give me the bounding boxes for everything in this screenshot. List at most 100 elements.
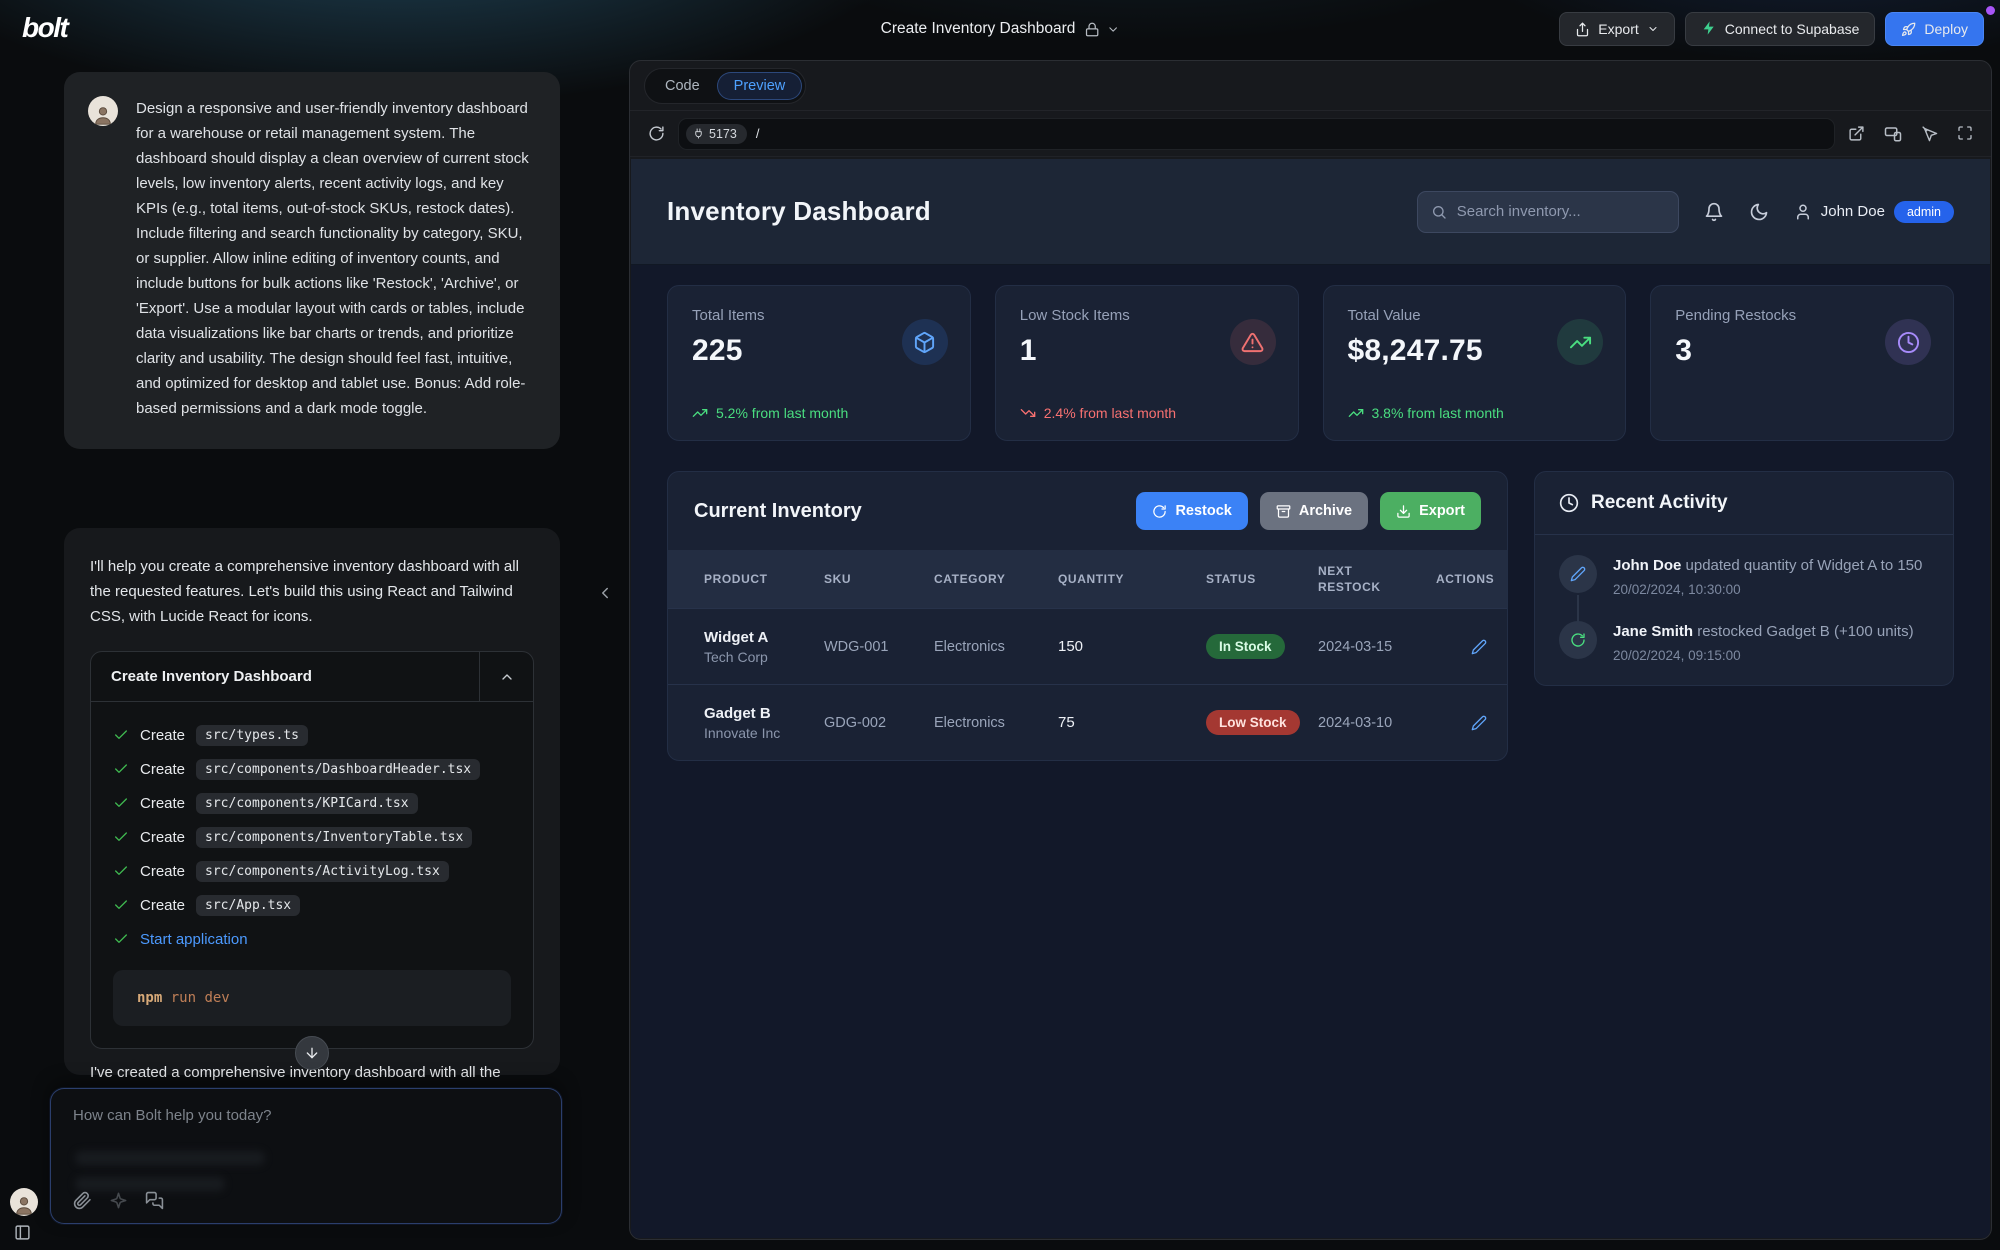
create-step: Create src/components/InventoryTable.tsx xyxy=(113,820,511,854)
current-inventory-card: Current Inventory Restock Archive xyxy=(667,471,1508,761)
deploy-button[interactable]: Deploy xyxy=(1885,12,1984,46)
assistant-followup-text: I've created a comprehensive inventory d… xyxy=(90,1064,560,1081)
kpi-row: Total Items 225 5.2% from last month Low… xyxy=(667,285,1954,441)
file-pill[interactable]: src/components/KPICard.tsx xyxy=(196,793,418,814)
assistant-intro-text: I'll help you create a comprehensive inv… xyxy=(90,554,534,629)
trending-up-icon xyxy=(1348,405,1364,421)
trending-up-icon xyxy=(692,405,708,421)
trending-up-icon xyxy=(1557,319,1603,365)
project-title-group[interactable]: Create Inventory Dashboard xyxy=(881,0,1120,58)
check-icon xyxy=(113,727,129,743)
check-icon xyxy=(113,863,129,879)
archive-button[interactable]: Archive xyxy=(1260,492,1368,530)
project-title: Create Inventory Dashboard xyxy=(881,20,1076,38)
kpi-pending-restocks: Pending Restocks 3 xyxy=(1650,285,1954,441)
toggle-sidebar-icon[interactable] xyxy=(14,1224,31,1241)
check-icon xyxy=(113,931,129,947)
table-row[interactable]: Widget A Tech Corp WDG-001 Electronics 1… xyxy=(668,608,1507,684)
clock-icon xyxy=(1559,493,1579,513)
responsive-devices-icon[interactable] xyxy=(1884,125,1902,143)
chevron-down-icon[interactable] xyxy=(1106,23,1119,36)
user-message-text: Design a responsive and user-friendly in… xyxy=(136,96,534,421)
address-input[interactable]: 5173 / xyxy=(678,118,1835,150)
table-row[interactable]: Gadget B Innovate Inc GDG-002 Electronic… xyxy=(668,684,1507,760)
inspect-element-icon[interactable] xyxy=(1921,125,1938,143)
collapse-actions-button[interactable] xyxy=(479,652,533,701)
activity-item: John Doe updated quantity of Widget A to… xyxy=(1559,555,1929,597)
inventory-search-input[interactable] xyxy=(1457,203,1665,220)
activity-timestamp: 20/02/2024, 10:30:00 xyxy=(1613,582,1922,597)
search-icon xyxy=(1431,204,1447,220)
top-bar: bolt Create Inventory Dashboard Export C… xyxy=(0,0,2000,58)
user-menu[interactable]: John Doe admin xyxy=(1794,201,1954,223)
view-tabs: Code Preview xyxy=(630,61,1991,111)
export-button[interactable]: Export xyxy=(1559,12,1674,46)
scroll-to-bottom-button[interactable] xyxy=(295,1036,329,1070)
check-icon xyxy=(113,829,129,845)
open-external-icon[interactable] xyxy=(1848,125,1865,143)
kpi-total-items: Total Items 225 5.2% from last month xyxy=(667,285,971,441)
dashboard-header: Inventory Dashboard John Doe admin xyxy=(631,159,1990,265)
collapse-chat-button[interactable] xyxy=(596,584,614,602)
inventory-title: Current Inventory xyxy=(694,500,862,523)
share-icon xyxy=(1575,22,1590,37)
notifications-bell-icon[interactable] xyxy=(1704,202,1724,222)
edit-activity-icon xyxy=(1559,555,1597,593)
tab-code[interactable]: Code xyxy=(648,72,717,100)
clock-icon xyxy=(1885,319,1931,365)
check-icon xyxy=(113,795,129,811)
download-icon xyxy=(1396,504,1411,519)
enhance-prompt-icon[interactable] xyxy=(109,1191,128,1210)
trending-down-icon xyxy=(1020,405,1036,421)
check-icon xyxy=(113,897,129,913)
supabase-icon xyxy=(1701,20,1717,39)
terminal-command: npm run dev xyxy=(113,970,511,1026)
create-step: Create src/components/ActivityLog.tsx xyxy=(113,854,511,888)
rocket-icon xyxy=(1901,22,1916,37)
restock-button[interactable]: Restock xyxy=(1136,492,1247,530)
file-pill[interactable]: src/types.ts xyxy=(196,725,308,746)
table-header-row: Product SKU Category Quantity Status Nex… xyxy=(668,550,1507,608)
file-pill[interactable]: src/App.tsx xyxy=(196,895,300,916)
reload-icon[interactable] xyxy=(648,125,665,142)
dark-mode-toggle-icon[interactable] xyxy=(1749,202,1769,222)
kpi-low-stock: Low Stock Items 1 2.4% from last month xyxy=(995,285,1299,441)
port-badge[interactable]: 5173 xyxy=(686,124,747,144)
blurred-suggestion xyxy=(75,1177,225,1191)
assistant-message: I'll help you create a comprehensive inv… xyxy=(64,528,560,1075)
export-csv-button[interactable]: Export xyxy=(1380,492,1481,530)
check-icon xyxy=(113,761,129,777)
archive-icon xyxy=(1276,504,1291,519)
create-step: Create src/App.tsx xyxy=(113,888,511,922)
tab-preview[interactable]: Preview xyxy=(717,72,803,100)
account-avatar[interactable] xyxy=(10,1188,38,1216)
create-step: Create src/components/DashboardHeader.ts… xyxy=(113,752,511,786)
file-pill[interactable]: src/components/InventoryTable.tsx xyxy=(196,827,472,848)
chat-mode-icon[interactable] xyxy=(145,1191,164,1210)
file-pill[interactable]: src/components/DashboardHeader.tsx xyxy=(196,759,480,780)
create-step: Create src/components/KPICard.tsx xyxy=(113,786,511,820)
status-badge: In Stock xyxy=(1206,634,1285,659)
workbench: Code Preview 5173 / Inve xyxy=(629,60,1992,1240)
edit-row-icon[interactable] xyxy=(1471,715,1487,731)
lock-icon xyxy=(1084,22,1099,37)
fullscreen-icon[interactable] xyxy=(1957,125,1973,143)
connect-supabase-button[interactable]: Connect to Supabase xyxy=(1685,12,1876,46)
refresh-icon xyxy=(1152,504,1167,519)
notification-dot xyxy=(1986,6,1995,15)
bolt-logo: bolt xyxy=(22,12,67,44)
activity-timestamp: 20/02/2024, 09:15:00 xyxy=(1613,648,1914,663)
kpi-total-value: Total Value $8,247.75 3.8% from last mon… xyxy=(1323,285,1627,441)
preview-viewport: Inventory Dashboard John Doe admin xyxy=(631,159,1990,1238)
start-application-link[interactable]: Start application xyxy=(140,931,248,948)
role-badge: admin xyxy=(1894,201,1954,223)
inventory-search-box[interactable] xyxy=(1417,191,1679,233)
attach-file-icon[interactable] xyxy=(73,1191,92,1210)
blurred-suggestion xyxy=(75,1151,265,1165)
file-pill[interactable]: src/components/ActivityLog.tsx xyxy=(196,861,449,882)
dashboard-title: Inventory Dashboard xyxy=(667,196,931,227)
url-path: / xyxy=(756,126,760,141)
edit-row-icon[interactable] xyxy=(1471,639,1487,655)
chat-input-box[interactable] xyxy=(50,1088,562,1224)
create-step: Create src/types.ts xyxy=(113,718,511,752)
